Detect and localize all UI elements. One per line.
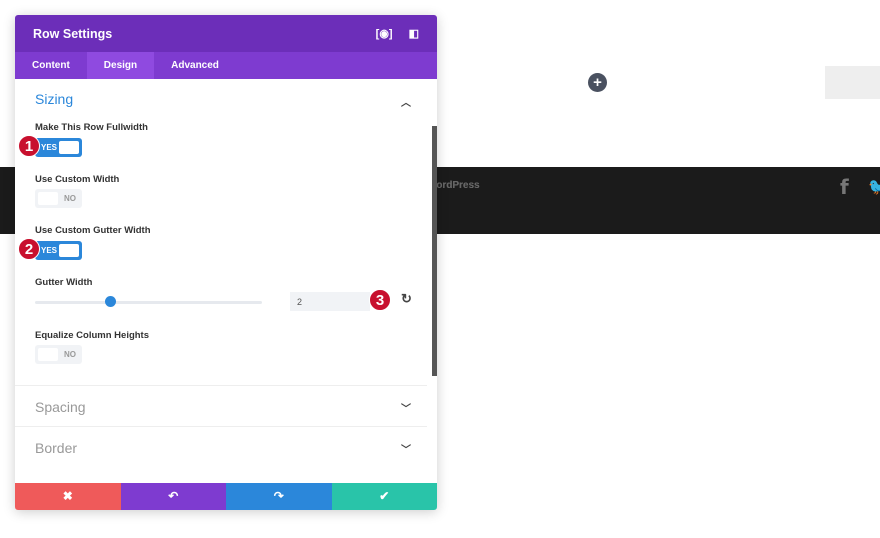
chevron-down-icon: ﹀ [401,445,411,456]
toggle-value: YES [41,246,58,255]
step-badge-2: 2 [18,238,40,260]
fullwidth-toggle[interactable]: YES [35,138,82,157]
save-button[interactable]: ✔ [331,483,437,510]
section-title: Border [35,440,78,456]
tab-content[interactable]: Content [15,52,87,79]
facebook-icon[interactable]: f [840,175,849,199]
scrollbar[interactable] [432,126,437,376]
fullwidth-label: Make This Row Fullwidth [35,122,148,133]
gutter-width-label: Gutter Width [35,277,93,288]
row-settings-modal: Row Settings [◉] ◧ Content Design Advanc… [15,15,437,510]
section-title-sizing[interactable]: Sizing [35,91,73,107]
undo-button[interactable]: ↶ [120,483,226,510]
add-row-button[interactable]: + [588,73,607,92]
tab-advanced[interactable]: Advanced [154,52,236,79]
cancel-button[interactable]: ✖ [15,483,121,510]
modal-title: Row Settings [33,26,113,41]
custom-width-toggle[interactable]: NO [35,189,82,208]
sidebar-icon[interactable]: ◧ [409,27,419,40]
footer-text-visible: ordPress [436,180,480,191]
custom-gutter-toggle[interactable]: YES [35,241,82,260]
placeholder-block [825,66,880,99]
tab-design[interactable]: Design [86,52,155,79]
slider-thumb[interactable] [105,296,117,307]
chevron-down-icon: ﹀ [401,404,411,415]
modal-header: Row Settings [◉] ◧ [15,15,437,52]
section-spacing[interactable]: Spacing ﹀ [15,385,427,426]
section-title: Spacing [35,399,86,415]
toggle-value: NO [64,350,76,359]
tab-bar: Content Design Advanced [15,52,437,79]
custom-width-label: Use Custom Width [35,174,120,185]
gutter-width-slider[interactable] [35,301,262,304]
equalize-toggle[interactable]: NO [35,345,82,364]
redo-button[interactable]: ↷ [226,483,332,510]
step-badge-1: 1 [18,135,40,157]
modal-body: Sizing ︿ Make This Row Fullwidth YES 1 U… [15,79,437,483]
reset-icon[interactable]: ↻ [401,291,412,307]
twitter-icon[interactable]: 🐦 [868,177,880,197]
fullscreen-icon[interactable]: [◉] [376,27,393,40]
equalize-label: Equalize Column Heights [35,330,150,341]
chevron-up-icon[interactable]: ︿ [401,94,411,109]
step-badge-3: 3 [369,289,391,311]
custom-gutter-label: Use Custom Gutter Width [35,225,151,236]
toggle-value: YES [41,143,58,152]
toggle-value: NO [64,194,76,203]
section-border[interactable]: Border ﹀ [15,426,427,467]
action-bar: ✖ ↶ ↷ ✔ [15,483,437,510]
gutter-width-input[interactable]: 2 [290,292,370,311]
